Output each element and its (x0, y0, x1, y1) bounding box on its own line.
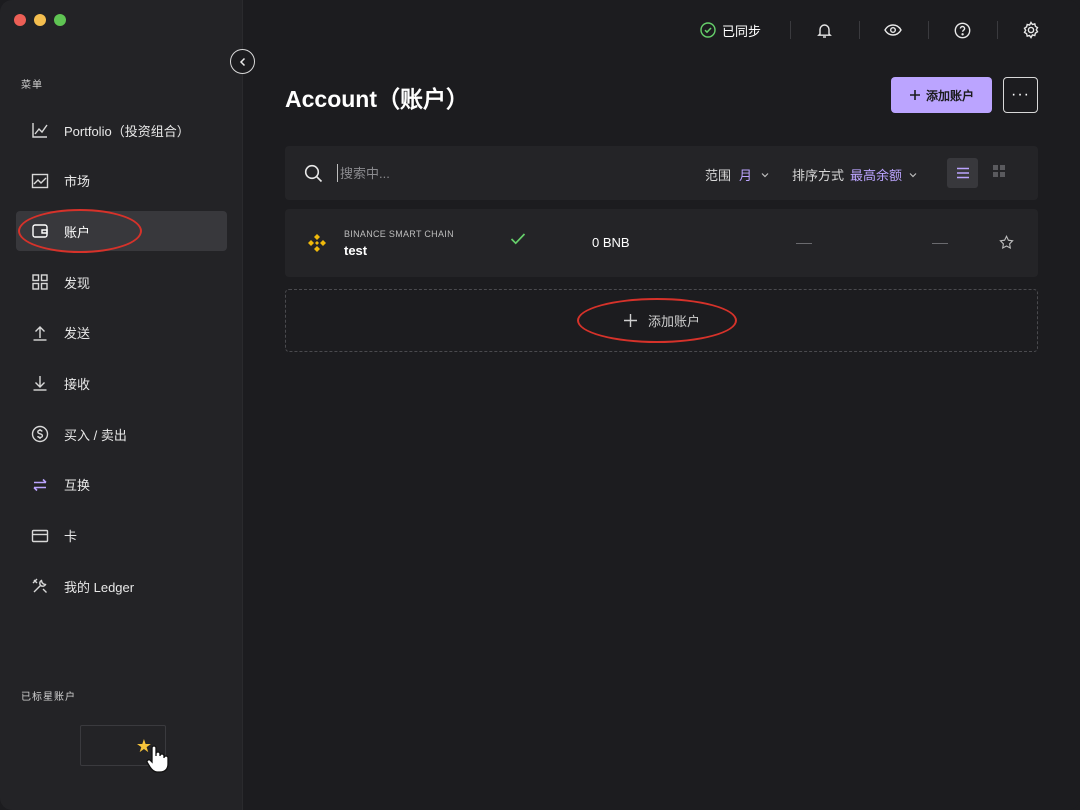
wallet-icon (31, 222, 49, 240)
pointer-hand-cursor-icon (144, 744, 170, 781)
add-account-dropzone-button[interactable]: 添加账户 (285, 289, 1038, 352)
search-icon (304, 164, 323, 188)
accounts-toolbar: 范围 月 排序方式 最高余额 (285, 146, 1038, 200)
star-outline-icon[interactable] (999, 235, 1014, 255)
chevron-down-icon (909, 172, 917, 177)
grid-icon (993, 165, 1005, 177)
eye-icon[interactable] (884, 21, 902, 39)
maximize-window-button[interactable] (54, 14, 66, 26)
list-icon (956, 167, 969, 179)
app-window: 菜单 Portfolio（投资组合） 市场 账户 发现 发送 接收 买入 / 卖… (0, 0, 1080, 810)
sidebar-item-swap[interactable]: 互换 (16, 465, 227, 505)
card-icon (31, 527, 49, 545)
sidebar-item-label: 互换 (64, 478, 91, 494)
sidebar-item-buy-sell[interactable]: 买入 / 卖出 (16, 414, 227, 454)
empty-value-dash (796, 243, 812, 244)
sync-label: 已同步 (721, 23, 761, 39)
portfolio-chart-icon (31, 121, 49, 139)
more-options-button[interactable]: ··· (1003, 77, 1038, 113)
sidebar-item-send[interactable]: 发送 (16, 313, 227, 353)
notifications-bell-icon[interactable] (815, 21, 833, 39)
sidebar-item-discover[interactable]: 发现 (16, 262, 227, 302)
more-dots-icon: ··· (1011, 86, 1030, 103)
dollar-circle-icon (31, 425, 49, 443)
download-arrow-icon (31, 374, 49, 392)
account-balance: 0 BNB (592, 235, 630, 250)
sort-selector[interactable]: 排序方式 最高余额 (792, 165, 918, 184)
minimize-window-button[interactable] (34, 14, 46, 26)
window-controls (14, 14, 66, 26)
plus-icon (909, 90, 920, 100)
range-label: 范围 (705, 168, 732, 183)
sidebar-item-label: 发现 (64, 275, 91, 291)
binance-coin-icon (306, 232, 328, 259)
close-window-button[interactable] (14, 14, 26, 26)
settings-gear-icon[interactable] (1022, 21, 1040, 39)
sidebar-item-label: 市场 (64, 174, 91, 190)
divider (928, 21, 929, 39)
sidebar-item-label: 接收 (64, 376, 91, 392)
plus-icon (623, 314, 637, 327)
sidebar: 菜单 Portfolio（投资组合） 市场 账户 发现 发送 接收 买入 / 卖… (0, 0, 243, 810)
sort-label: 排序方式 (792, 168, 845, 183)
sidebar-item-accounts[interactable]: 账户 (16, 211, 227, 252)
grid-apps-icon (31, 273, 49, 291)
starred-section-label: 已标星账户 (21, 692, 76, 703)
help-question-icon[interactable] (953, 21, 971, 39)
table-row[interactable]: BINANCE SMART CHAIN test 0 BNB (285, 209, 1038, 277)
upload-arrow-icon (31, 324, 49, 342)
top-bar: 已同步 (700, 18, 1040, 42)
sync-check-icon (700, 22, 716, 38)
sidebar-item-portfolio[interactable]: Portfolio（投资组合） (16, 110, 227, 150)
tools-icon (31, 577, 49, 595)
collapse-sidebar-button[interactable] (230, 49, 255, 74)
sidebar-item-label: 我的 Ledger (64, 579, 135, 595)
divider (859, 21, 860, 39)
sidebar-item-my-ledger[interactable]: 我的 Ledger (16, 566, 227, 606)
sidebar-item-market[interactable]: 市场 (16, 161, 227, 201)
grid-view-button[interactable] (992, 164, 1006, 183)
chevron-left-icon (239, 57, 245, 66)
sidebar-item-label: 买入 / 卖出 (64, 427, 127, 443)
sidebar-nav: Portfolio（投资组合） 市场 账户 发现 发送 接收 买入 / 卖出 互… (16, 110, 227, 617)
account-name: test (344, 243, 368, 258)
sort-value: 最高余额 (850, 168, 903, 183)
sidebar-item-label: Portfolio（投资组合） (64, 123, 190, 139)
sidebar-item-receive[interactable]: 接收 (16, 363, 227, 403)
divider (997, 21, 998, 39)
sidebar-item-card[interactable]: 卡 (16, 516, 227, 556)
sync-status[interactable]: 已同步 (700, 21, 761, 40)
page-title: Account（账户） (285, 86, 469, 112)
account-chain: BINANCE SMART CHAIN (344, 229, 454, 239)
menu-section-label: 菜单 (21, 80, 43, 91)
range-selector[interactable]: 范围 月 (705, 165, 770, 184)
add-account-label: 添加账户 (647, 314, 700, 329)
empty-value-dash (932, 243, 948, 244)
sidebar-item-label: 发送 (64, 326, 91, 342)
add-account-label: 添加账户 (925, 88, 974, 103)
search-input[interactable] (337, 164, 637, 182)
sidebar-item-label: 卡 (64, 529, 78, 544)
add-account-button[interactable]: 添加账户 (891, 77, 992, 113)
list-view-button[interactable] (947, 158, 978, 188)
swap-arrows-icon (31, 476, 49, 494)
synced-check-icon (510, 232, 526, 251)
sidebar-item-label: 账户 (64, 224, 91, 240)
range-value: 月 (739, 168, 753, 183)
divider (790, 21, 791, 39)
market-chart-icon (31, 172, 49, 190)
chevron-down-icon (761, 172, 769, 177)
